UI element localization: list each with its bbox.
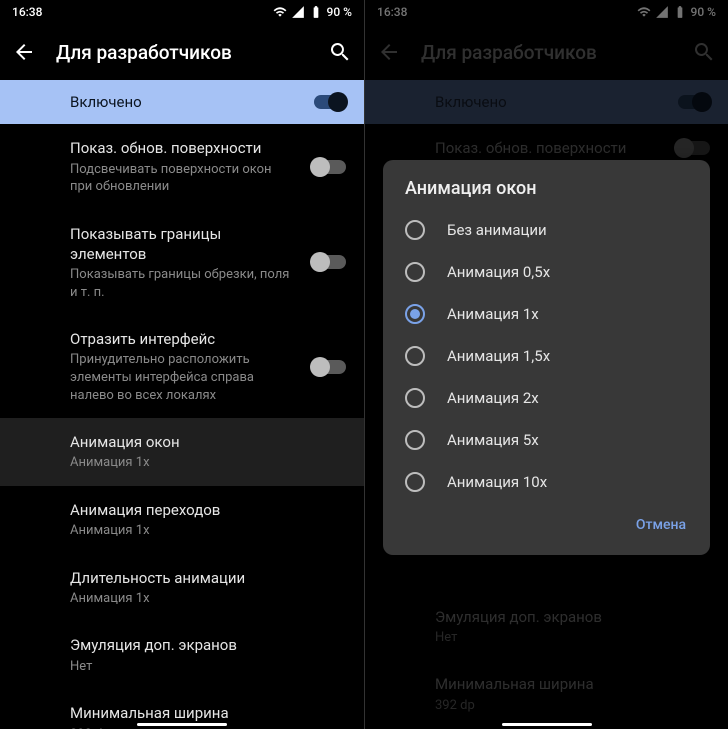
option-label: Анимация 1,5x (447, 347, 550, 365)
option-label: Анимация 10x (447, 473, 547, 491)
row-window-animation[interactable]: Анимация окон Анимация 1x (0, 418, 364, 486)
battery-percent: 90 % (327, 5, 352, 19)
row-label: Включено (70, 92, 294, 112)
option-1-5x[interactable]: Анимация 1,5x (383, 335, 710, 377)
row-sublabel: Подсвечивать поверхности окон при обновл… (70, 161, 294, 196)
screen-settings: 16:38 90 % Для разработчиков Включено По… (0, 0, 364, 729)
row-label: Анимация переходов (70, 500, 294, 520)
row-label: Анимация окон (70, 432, 294, 452)
row-enabled[interactable]: Включено (0, 80, 364, 124)
dialog-title: Анимация окон (383, 178, 710, 209)
row-label: Эмуляция доп. экранов (70, 635, 294, 655)
cancel-button[interactable]: Отмена (626, 509, 696, 541)
radio-icon (405, 220, 425, 240)
radio-icon (405, 430, 425, 450)
row-sublabel: Анимация 1x (70, 522, 294, 540)
status-time: 16:38 (12, 5, 42, 19)
switch-icon[interactable] (314, 95, 346, 109)
battery-icon (309, 5, 323, 19)
switch-icon[interactable] (312, 160, 346, 174)
status-bar: 16:38 90 % (0, 0, 364, 24)
option-label: Анимация 5x (447, 431, 539, 449)
dialog-window-animation: Анимация окон Без анимации Анимация 0,5x… (383, 160, 710, 555)
row-surface-updates[interactable]: Показ. обнов. поверхности Подсвечивать п… (0, 124, 364, 209)
back-button[interactable] (12, 40, 36, 64)
arrow-back-icon (12, 40, 36, 64)
option-label: Анимация 1x (447, 305, 539, 323)
row-label: Отразить интерфейс (70, 329, 294, 349)
row-transition-animation[interactable]: Анимация переходов Анимация 1x (0, 486, 364, 554)
radio-icon (405, 346, 425, 366)
option-2x[interactable]: Анимация 2x (383, 377, 710, 419)
row-label: Длительность анимации (70, 568, 294, 588)
status-icons: 90 % (273, 5, 352, 19)
radio-icon (405, 388, 425, 408)
option-5x[interactable]: Анимация 5x (383, 419, 710, 461)
row-label: Показывать границы элементов (70, 224, 294, 265)
navigation-bar[interactable] (365, 723, 728, 726)
switch-icon[interactable] (312, 255, 346, 269)
row-sublabel: Анимация 1x (70, 454, 294, 472)
row-label: Минимальная ширина (70, 703, 294, 723)
option-label: Без анимации (447, 221, 547, 239)
navigation-bar[interactable] (0, 723, 364, 726)
radio-icon (405, 472, 425, 492)
row-force-rtl[interactable]: Отразить интерфейс Принудительно располо… (0, 315, 364, 418)
dialog-actions: Отмена (383, 503, 710, 551)
search-button[interactable] (328, 40, 352, 64)
row-secondary-displays[interactable]: Эмуляция доп. экранов Нет (0, 621, 364, 689)
app-bar: Для разработчиков (0, 24, 364, 80)
option-label: Анимация 0,5x (447, 263, 550, 281)
row-sublabel: Нет (70, 658, 294, 676)
row-sublabel: 392 dp (70, 726, 294, 729)
option-1x[interactable]: Анимация 1x (383, 293, 710, 335)
row-sublabel: Принудительно расположить элементы интер… (70, 351, 294, 404)
option-no-animation[interactable]: Без анимации (383, 209, 710, 251)
switch-icon[interactable] (312, 360, 346, 374)
radio-icon (405, 262, 425, 282)
signal-icon (291, 5, 305, 19)
row-sublabel: Анимация 1x (70, 590, 294, 608)
wifi-icon (273, 5, 287, 19)
row-sublabel: Показывать границы обрезки, поля и т. п. (70, 266, 294, 301)
row-layout-bounds[interactable]: Показывать границы элементов Показывать … (0, 210, 364, 316)
nav-handle-icon (502, 723, 592, 726)
nav-handle-icon (137, 723, 227, 726)
option-label: Анимация 2x (447, 389, 539, 407)
option-0-5x[interactable]: Анимация 0,5x (383, 251, 710, 293)
row-label: Показ. обнов. поверхности (70, 138, 294, 158)
search-icon (328, 40, 352, 64)
row-animator-duration[interactable]: Длительность анимации Анимация 1x (0, 554, 364, 622)
option-10x[interactable]: Анимация 10x (383, 461, 710, 503)
screen-settings-dialog: 16:38 90 % Для разработчиков Включено По… (364, 0, 728, 729)
radio-icon (405, 304, 425, 324)
page-title: Для разработчиков (56, 41, 308, 64)
